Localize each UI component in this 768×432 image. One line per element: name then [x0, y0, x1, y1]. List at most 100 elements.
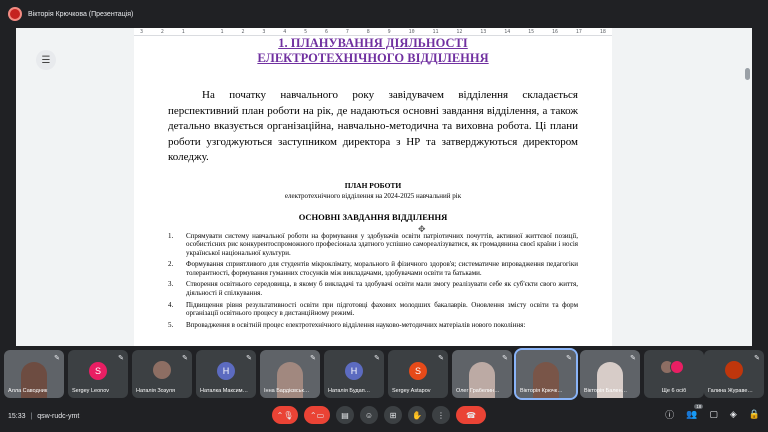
meeting-code: qsw-rudc-ymt — [37, 412, 80, 420]
participant-tiles: ✎ Алла Саводник S ✎ Sergey Leonov ✎ Наталія Зо… — [4, 348, 764, 400]
ruler-tick: 4 — [283, 28, 287, 35]
captions-button[interactable]: ▤ — [336, 406, 354, 424]
info-separator: | — [30, 412, 33, 420]
participant-name: Sergey Astapov — [392, 388, 431, 394]
presenter-bar: Вікторія Крючкова (Презентація) — [0, 0, 768, 28]
participant-name: Алла Саводник — [8, 388, 48, 394]
participant-tile[interactable]: ✎ Галина Жураве… — [704, 350, 764, 398]
mic-toggle-button[interactable]: ⌃🎙 — [272, 406, 298, 424]
camera-off-icon: ⌃▭ — [309, 410, 325, 420]
participant-tile[interactable]: H ✎ Наталка Максим… — [196, 350, 256, 398]
meet-window: Вікторія Крючкова (Презентація) 32112345… — [0, 0, 768, 432]
presenter-name: Вікторія Крючкова (Презентація) — [28, 10, 134, 18]
participant-name: Вікторія Крючк… — [520, 388, 563, 394]
more-participants-avatars — [660, 360, 684, 374]
task-number: 3. — [168, 280, 174, 289]
participant-tile[interactable]: H ✎ Наталія Будап… — [324, 350, 384, 398]
participant-avatar: S — [89, 362, 107, 380]
ruler-tick: 1 — [220, 28, 224, 35]
participant-name: Наталка Максим… — [200, 388, 249, 394]
present-button[interactable]: ⊞ — [384, 406, 402, 424]
task-text: Спрямувати систему навчальної роботи на … — [186, 231, 578, 258]
ruler-tick: 15 — [528, 28, 535, 35]
participant-photo — [153, 361, 171, 379]
host-controls-icon[interactable]: 🔒 — [749, 409, 760, 420]
participant-avatar: H — [217, 362, 235, 380]
present-icon: ⊞ — [389, 410, 397, 420]
ruler-tick: 17 — [575, 28, 582, 35]
task-item: 2. Формування сприятливого для студентів … — [168, 260, 578, 278]
list-icon: ☰ — [41, 54, 51, 66]
participant-tile[interactable]: S ✎ Sergey Leonov — [68, 350, 128, 398]
task-text: Створення освітнього середовища, в якому… — [186, 280, 578, 298]
mic-muted-icon: ✎ — [310, 355, 316, 362]
phone-hangup-icon: ☎ — [466, 410, 476, 420]
participant-tile[interactable]: ✎ Вікторія Крючк… — [514, 348, 578, 400]
people-icon[interactable]: 👥 18 — [686, 404, 704, 420]
task-text: Формування сприятливого для студентів мі… — [186, 260, 578, 278]
task-text: Впровадження в освітній процес електроте… — [186, 320, 526, 329]
ruler-tick: 1 — [181, 28, 185, 35]
participant-tile[interactable]: ✎ Інна Бардієвськ… — [260, 350, 320, 398]
ruler-tick: 2 — [160, 28, 164, 35]
vertical-scrollbar[interactable] — [745, 68, 750, 80]
ruler-tick: 11 — [432, 28, 439, 35]
tasks-list: 1. Спрямувати систему навчальної роботи н… — [168, 232, 578, 330]
task-number: 5. — [168, 320, 174, 329]
task-item: 3. Створення освітнього середовища, в яко… — [168, 280, 578, 298]
captions-icon: ▤ — [341, 410, 349, 420]
move-cursor-icon: ✥ — [418, 224, 426, 234]
activities-icon[interactable]: ◈ — [730, 409, 737, 420]
meeting-info: 15:33 | qsw-rudc-ymt — [8, 413, 79, 420]
task-item: 5. Впровадження в освітній процес електро… — [168, 321, 578, 330]
raise-hand-button[interactable]: ✋ — [408, 406, 426, 424]
ruler-tick: 18 — [599, 28, 606, 35]
participants-count-badge: 18 — [694, 404, 704, 409]
participant-avatar: S — [409, 362, 427, 380]
task-item: 1. Спрямувати систему навчальної роботи н… — [168, 232, 578, 258]
participant-name: Олег Грабелин… — [456, 388, 500, 394]
reactions-button[interactable]: ☺ — [360, 406, 378, 424]
ruler-tick: 9 — [387, 28, 391, 35]
ruler-tick: 6 — [325, 28, 329, 35]
document-outline-button[interactable]: ☰ — [36, 50, 56, 70]
task-number: 2. — [168, 260, 174, 269]
chat-icon[interactable]: ▢ — [709, 409, 718, 420]
leave-call-button[interactable]: ☎ — [456, 406, 486, 424]
participant-tile[interactable]: ✎ Алла Саводник — [4, 350, 64, 398]
participant-photo — [725, 361, 743, 379]
more-vert-icon: ⋮ — [437, 410, 445, 420]
plan-title: ПЛАН РОБОТИ — [344, 180, 402, 190]
participant-tile[interactable]: Ще 6 осіб — [644, 350, 704, 398]
mic-muted-icon: ✎ — [374, 355, 380, 362]
participant-tile[interactable]: ✎ Вікторія Бален… — [580, 350, 640, 398]
camera-toggle-button[interactable]: ⌃▭ — [304, 406, 330, 424]
ruler-tick: 3 — [140, 28, 144, 35]
ruler-tick: 7 — [345, 28, 349, 35]
ruler-tick: 12 — [456, 28, 463, 35]
participant-name: Наталія Зозуля — [136, 388, 175, 394]
mic-muted-icon: ✎ — [54, 355, 60, 362]
participant-tile[interactable]: S ✎ Sergey Astapov — [388, 350, 448, 398]
side-panel-buttons: ⓘ 👥 18 ▢ ◈ 🔒 — [665, 404, 760, 421]
info-icon[interactable]: ⓘ — [665, 408, 674, 421]
mic-muted-icon: ✎ — [630, 355, 636, 362]
mic-muted-icon: ✎ — [182, 355, 188, 362]
participant-name: Галина Жураве… — [708, 388, 753, 394]
participant-name: Інна Бардієвськ… — [264, 388, 310, 394]
participant-tile[interactable]: ✎ Наталія Зозуля — [132, 350, 192, 398]
ruler-tick: 8 — [366, 28, 370, 35]
participant-avatar: H — [345, 362, 363, 380]
mic-muted-icon: ✎ — [438, 355, 444, 362]
tasks-title: ОСНОВНІ ЗАВДАННЯ ВІДДІЛЕННЯ — [298, 211, 448, 222]
ruler-tick: 13 — [480, 28, 487, 35]
more-options-button[interactable]: ⋮ — [432, 406, 450, 424]
hand-icon: ✋ — [412, 410, 422, 420]
horizontal-ruler: 3 2 1 1 2 3 4 5 6 7 8 9 10 11 12 13 14 15 16 17 18 — [134, 28, 612, 36]
ruler-tick: 14 — [504, 28, 511, 35]
task-number: 4. — [168, 300, 174, 309]
ruler-tick: 2 — [241, 28, 245, 35]
ruler-tick: 3 — [262, 28, 266, 35]
participant-tile[interactable]: ✎ Олег Грабелин… — [452, 350, 512, 398]
section-heading-line1: 1. ПЛАНУВАННЯ ДІЯЛЬНОСТІ — [278, 36, 468, 50]
